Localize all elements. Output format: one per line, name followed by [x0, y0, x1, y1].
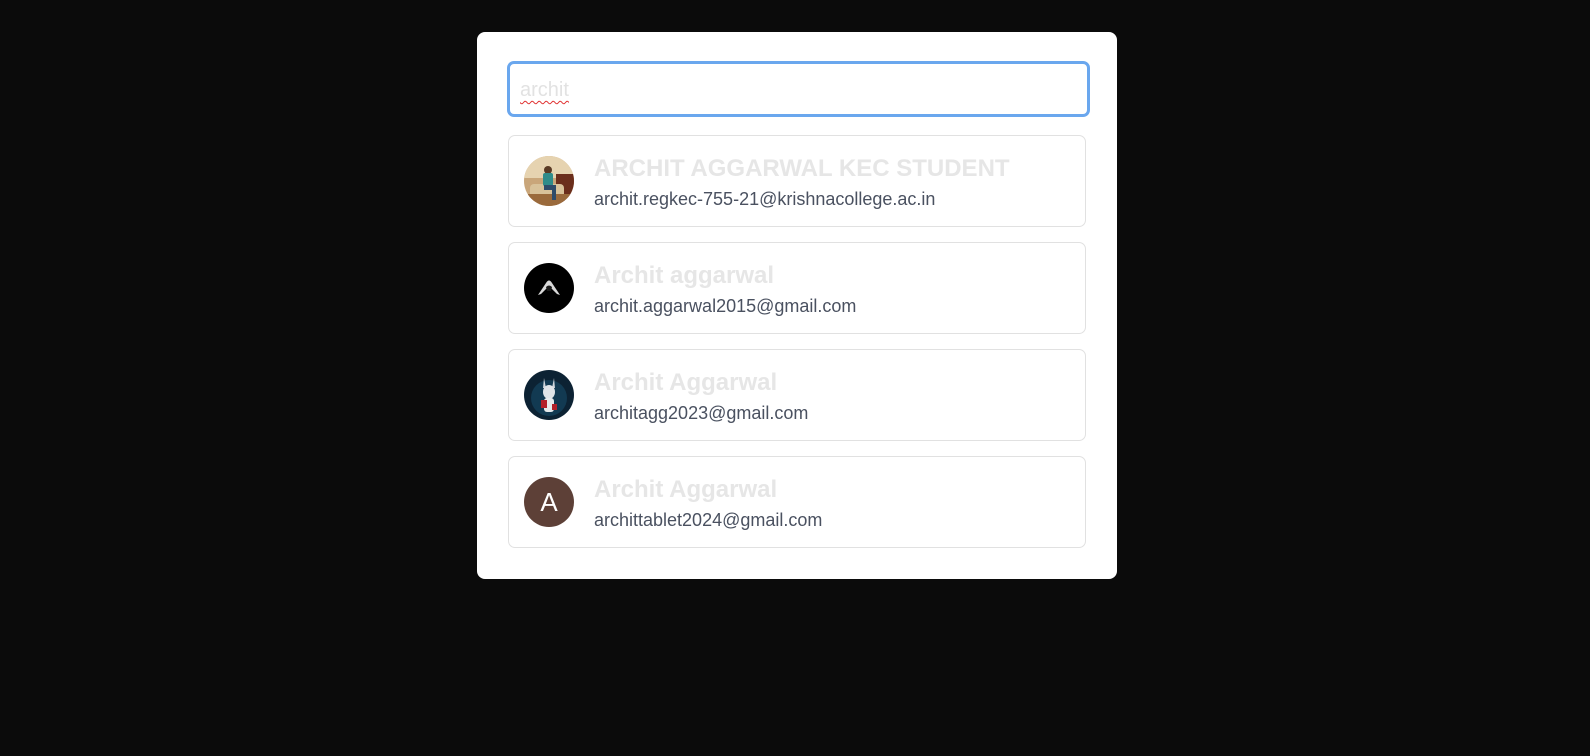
avatar [524, 370, 574, 420]
result-item[interactable]: A Archit Aggarwal archittablet2024@gmail… [508, 456, 1086, 548]
result-name: Archit Aggarwal [594, 369, 778, 396]
result-email: archittablet2024@gmail.com [594, 510, 823, 530]
result-name: Archit Aggarwal [594, 476, 778, 503]
results-list: ARCHIT AGGARWAL KEC STUDENT archit.regke… [508, 135, 1086, 563]
avatar-photo-icon [524, 263, 574, 313]
result-email: archit.regkec-755-21@krishnacollege.ac.i… [594, 189, 936, 209]
avatar-photo-icon [524, 156, 574, 206]
result-item[interactable]: Archit aggarwal archit.aggarwal2015@gmai… [508, 242, 1086, 334]
avatar [524, 156, 574, 206]
avatar-photo-icon [524, 370, 574, 420]
avatar [524, 263, 574, 313]
result-name: Archit aggarwal [594, 262, 775, 289]
search-panel: archit ARCHIT AGGARWAL KEC STUDENT archi… [477, 32, 1117, 579]
search-input[interactable] [510, 64, 1087, 114]
result-email: archit.aggarwal2015@gmail.com [594, 296, 857, 316]
result-name: ARCHIT AGGARWAL KEC STUDENT [594, 155, 1010, 182]
result-item[interactable]: Archit Aggarwal architagg2023@gmail.com [508, 349, 1086, 441]
avatar-letter: A [524, 477, 574, 527]
avatar: A [524, 477, 574, 527]
result-email: architagg2023@gmail.com [594, 403, 809, 423]
result-item[interactable]: ARCHIT AGGARWAL KEC STUDENT archit.regke… [508, 135, 1086, 227]
search-field[interactable]: archit [507, 61, 1090, 117]
